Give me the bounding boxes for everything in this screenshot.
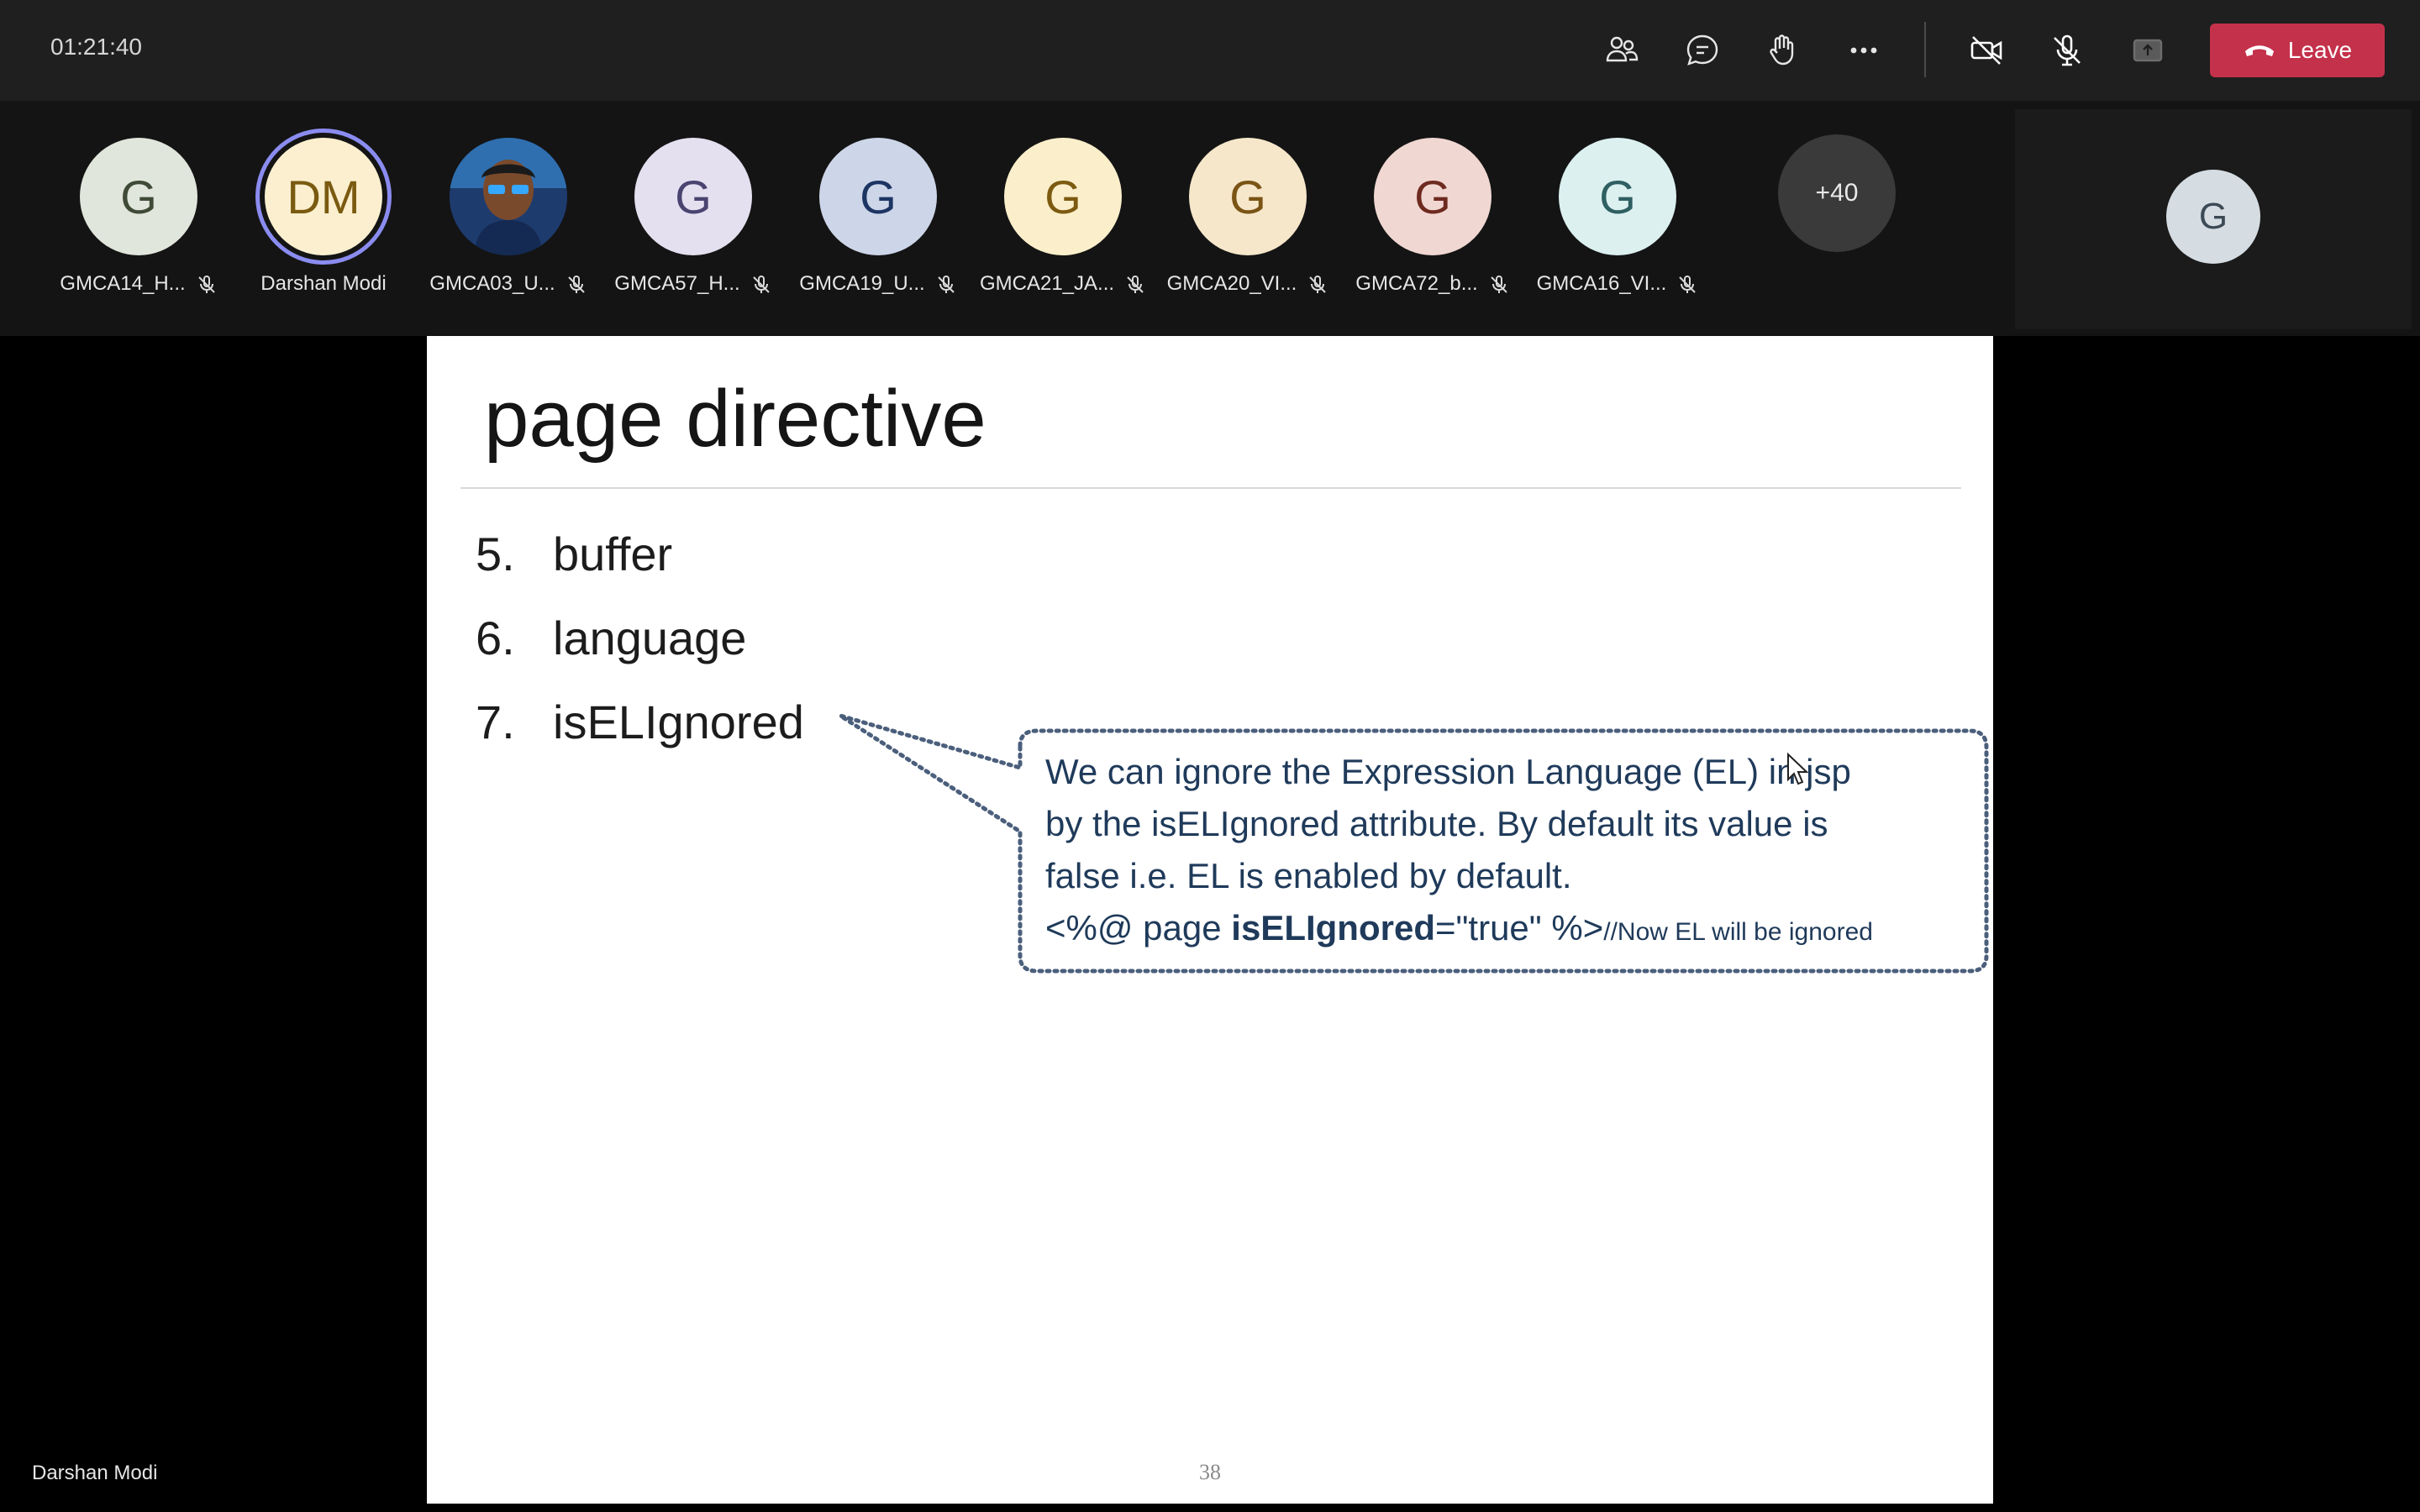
participant-tile[interactable]: G GMCA57_H... — [601, 138, 786, 306]
participant-avatar: G — [80, 138, 197, 255]
participant-name-row: GMCA16_VI... — [1525, 272, 1710, 296]
raise-hand-icon[interactable] — [1758, 25, 1808, 76]
participant-name: GMCA57_H... — [614, 272, 740, 295]
participant-avatar: G — [819, 138, 937, 255]
chat-icon[interactable] — [1677, 25, 1728, 76]
participant-name-row: GMCA14_H... — [46, 272, 231, 296]
muted-mic-icon — [197, 275, 215, 293]
code-prefix: <%@ page — [1045, 908, 1232, 948]
participant-name-row: GMCA72_b... — [1340, 272, 1525, 296]
callout-code-line: <%@ page isELIgnored="true" %>//Now EL w… — [1045, 902, 1961, 958]
participant-avatar: G — [1559, 138, 1676, 255]
participant-tile[interactable]: DM Darshan Modi — [231, 138, 416, 306]
mic-off-icon[interactable] — [2042, 25, 2092, 76]
leave-button[interactable]: Leave — [2210, 24, 2385, 77]
participant-name: GMCA21_JA... — [979, 272, 1115, 295]
callout-line: by the isELIgnored attribute. By default… — [1045, 804, 1828, 843]
presentation-slide: page directive 5. buffer 6. language 7. isELI… — [427, 336, 1993, 1504]
participant-name-row: GMCA03_U... — [416, 272, 601, 296]
presenter-name: Darshan Modi — [32, 1462, 158, 1484]
participant-avatar: G — [1189, 138, 1307, 255]
leave-label: Leave — [2287, 37, 2353, 63]
participant-name-row: GMCA20_VI... — [1155, 272, 1340, 296]
participant-avatar: G — [1374, 138, 1491, 255]
participant-tile[interactable]: G GMCA19_U... — [786, 138, 971, 306]
participant-tile[interactable]: G GMCA20_VI... — [1155, 138, 1340, 306]
meeting-toolbar: 01:21:40 Leave — [0, 0, 2420, 101]
muted-mic-icon — [1309, 275, 1327, 293]
participant-avatar: G — [1004, 138, 1122, 255]
participant-avatar: G — [634, 138, 752, 255]
toolbar-divider — [1924, 22, 1926, 77]
participant-avatar — [450, 138, 567, 255]
self-avatar: G — [2166, 170, 2260, 264]
muted-mic-icon — [1679, 275, 1697, 293]
muted-mic-icon — [1127, 275, 1144, 293]
participant-name: GMCA20_VI... — [1166, 272, 1297, 295]
meeting-timer: 01:21:40 — [50, 34, 142, 60]
slide-page-number: 38 — [1199, 1460, 1221, 1484]
participant-name: Darshan Modi — [260, 272, 387, 295]
participant-name-row: GMCA57_H... — [601, 272, 786, 296]
muted-mic-icon — [1490, 275, 1507, 293]
callout-line: We can ignore the Expression Language (E… — [1045, 752, 1851, 791]
participant-name: GMCA16_VI... — [1536, 272, 1667, 295]
participant-tile[interactable]: G GMCA21_JA... — [971, 138, 1155, 306]
participant-name: GMCA19_U... — [799, 272, 925, 295]
camera-off-icon[interactable] — [1961, 25, 2012, 76]
mouse-cursor-icon — [1787, 753, 1808, 785]
participant-name: GMCA14_H... — [60, 272, 186, 295]
muted-mic-icon — [752, 275, 770, 293]
participant-tile[interactable]: G GMCA14_H... — [46, 138, 231, 306]
participant-tile[interactable]: G GMCA16_VI... — [1525, 138, 1710, 306]
participant-name: GMCA72_b... — [1355, 272, 1478, 295]
participant-name-row: GMCA19_U... — [786, 272, 971, 296]
self-view: G — [2015, 109, 2412, 329]
people-icon[interactable] — [1597, 25, 1647, 76]
muted-mic-icon — [567, 275, 585, 293]
profile-photo — [450, 138, 567, 255]
code-comment: //Now EL will be ignored — [1603, 918, 1873, 946]
muted-mic-icon — [937, 275, 955, 293]
callout-line: false i.e. EL is enabled by default. — [1045, 856, 1572, 895]
code-suffix: ="true" %> — [1434, 908, 1604, 948]
share-tray-icon[interactable] — [2123, 25, 2173, 76]
code-attribute: isELIgnored — [1231, 908, 1435, 948]
participant-name-row: Darshan Modi — [231, 272, 416, 296]
participant-strip: G GMCA14_H... DM Darshan Modi GMCA03_U... G GM… — [0, 101, 2420, 336]
shared-content-stage: page directive 5. buffer 6. language 7. isELI… — [8, 336, 2412, 1504]
more-options-icon[interactable] — [1839, 25, 1889, 76]
participant-tile[interactable]: G GMCA72_b... — [1340, 138, 1525, 306]
participant-tile[interactable]: GMCA03_U... — [416, 138, 601, 306]
participant-name-row: GMCA21_JA... — [971, 272, 1155, 296]
callout-text: We can ignore the Expression Language (E… — [1045, 746, 1961, 958]
participant-name: GMCA03_U... — [429, 272, 555, 295]
participant-avatar: DM — [265, 138, 382, 255]
hang-up-icon — [2244, 45, 2274, 56]
more-participants-badge[interactable]: +40 — [1778, 134, 1896, 252]
